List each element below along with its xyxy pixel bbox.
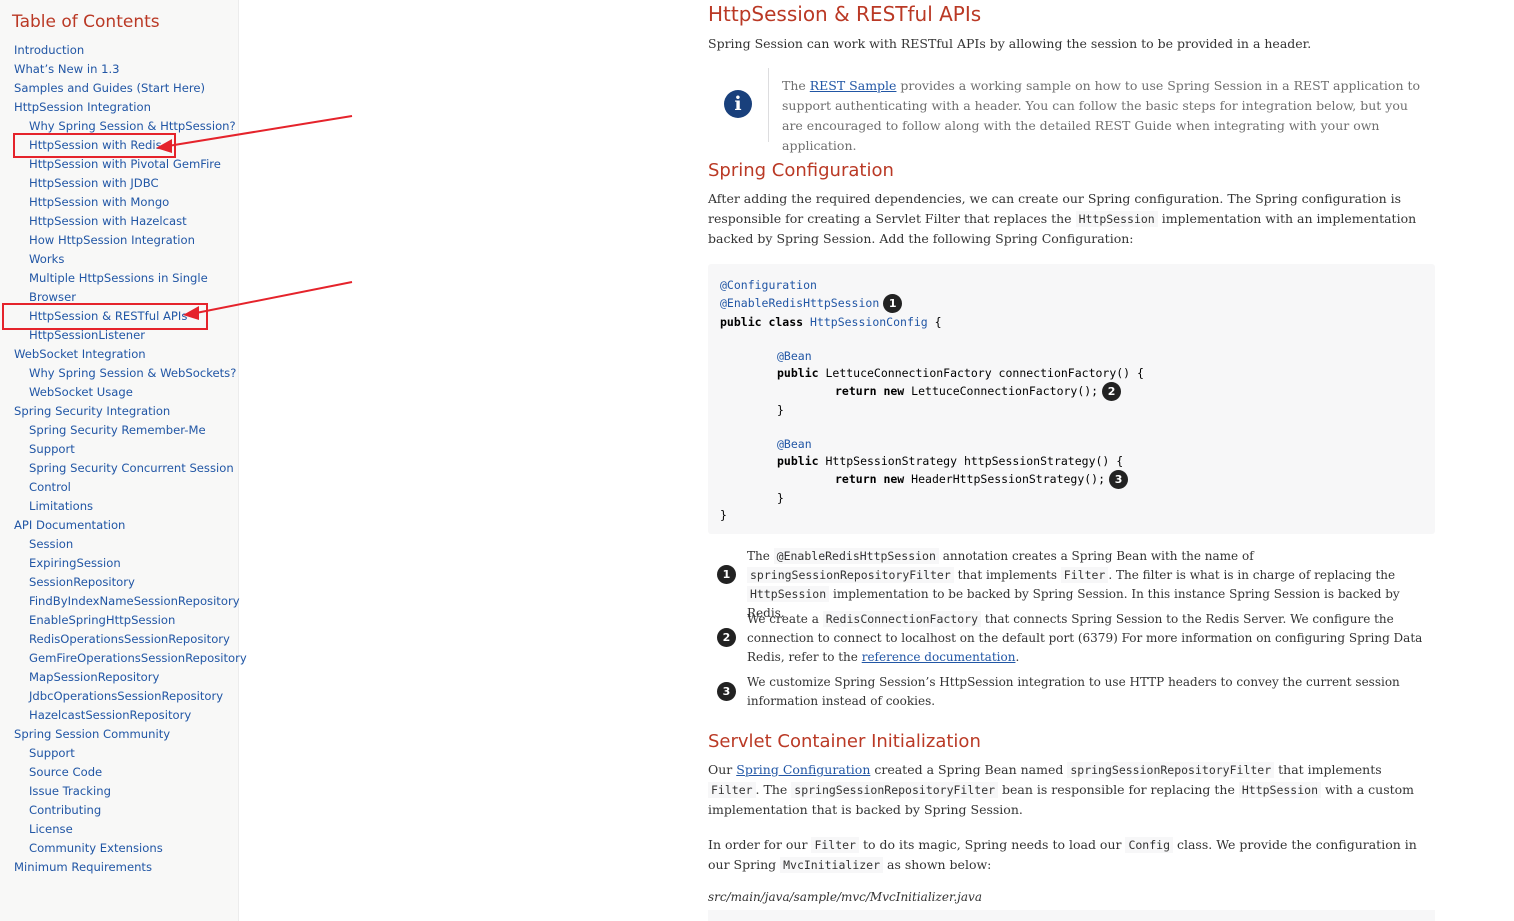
callout-badge: 3 bbox=[1109, 470, 1129, 489]
reference-documentation-link[interactable]: reference documentation bbox=[862, 650, 1016, 664]
note-text: The REST Sample provides a working sampl… bbox=[782, 78, 1421, 153]
callout-badge: 2 bbox=[717, 628, 736, 647]
spring-configuration-link[interactable]: Spring Configuration bbox=[736, 762, 870, 777]
code-block-next bbox=[708, 910, 1435, 921]
code-line: @EnableRedisHttpSession 1 bbox=[720, 294, 903, 313]
callout-item: 1 The @EnableRedisHttpSession annotation… bbox=[708, 547, 1433, 620]
callout-item: 2 We create a RedisConnectionFactory tha… bbox=[708, 610, 1433, 670]
servlet-paragraph-1: Our Spring Configuration created a Sprin… bbox=[708, 762, 1415, 817]
rest-sample-link[interactable]: REST Sample bbox=[810, 78, 897, 93]
callout-text: We create a RedisConnectionFactory that … bbox=[747, 611, 1423, 664]
servlet-paragraph-2: In order for our Filter to do its magic,… bbox=[708, 837, 1417, 873]
code-line: @Configuration bbox=[720, 278, 817, 292]
callout-badge: 2 bbox=[1102, 382, 1122, 401]
code-line: } bbox=[777, 403, 784, 417]
callout-item: 3 We customize Spring Session’s HttpSess… bbox=[708, 673, 1433, 713]
callout-badge: 1 bbox=[717, 565, 736, 584]
note-admonition: i The REST Sample provides a working sam… bbox=[708, 68, 1433, 153]
note-divider bbox=[768, 68, 769, 142]
code-line: public HttpSessionStrategy httpSessionSt… bbox=[777, 454, 1124, 468]
code-line: public class HttpSessionConfig { bbox=[720, 315, 942, 329]
arrow-head-redis bbox=[156, 139, 172, 153]
arrow-line-redis bbox=[167, 115, 353, 147]
code-line: } bbox=[777, 491, 784, 505]
code-line: return new HeaderHttpSessionStrategy(); 3 bbox=[835, 470, 1129, 489]
file-caption: src/main/java/sample/mvc/MvcInitializer.… bbox=[708, 890, 982, 904]
code-line: return new LettuceConnectionFactory(); 2 bbox=[835, 382, 1122, 401]
arrow-line-restful bbox=[195, 281, 353, 314]
code-line: @Bean bbox=[777, 349, 812, 363]
arrow-head-restful bbox=[183, 306, 199, 320]
section-heading-servlet: Servlet Container Initialization bbox=[708, 731, 981, 752]
spring-config-paragraph: After adding the required dependencies, … bbox=[708, 191, 1417, 246]
section-heading-spring-config: Spring Configuration bbox=[708, 160, 894, 181]
section-heading-restful: HttpSession & RESTful APIs bbox=[708, 2, 982, 26]
info-icon: i bbox=[724, 90, 752, 118]
code-block: @Configuration @EnableRedisHttpSession 1 … bbox=[708, 264, 1435, 534]
callout-badge: 3 bbox=[717, 682, 736, 701]
code-line: } bbox=[720, 508, 727, 522]
intro-paragraph: Spring Session can work with RESTful API… bbox=[708, 36, 1312, 51]
callout-badge: 1 bbox=[883, 294, 903, 313]
code-line: public LettuceConnectionFactory connecti… bbox=[777, 366, 1144, 380]
code-line: @Bean bbox=[777, 437, 812, 451]
callout-text: We customize Spring Session’s HttpSessio… bbox=[747, 675, 1400, 708]
